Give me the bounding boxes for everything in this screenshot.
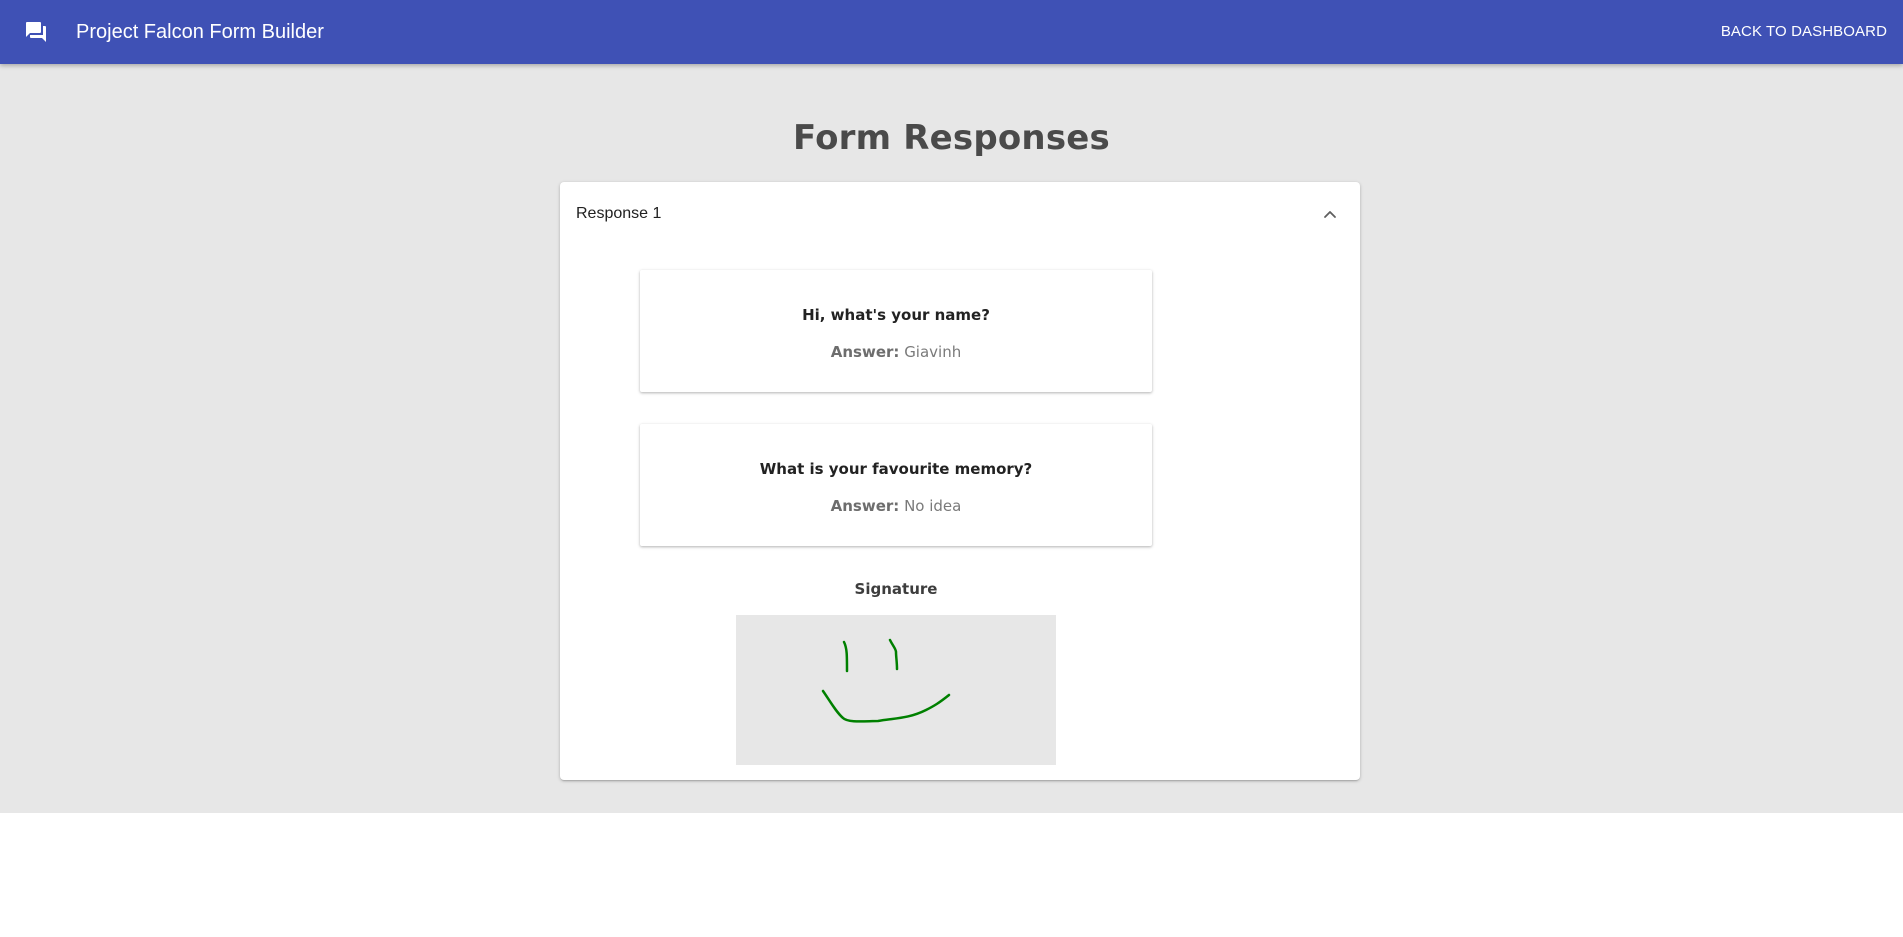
signature-image — [736, 615, 1056, 765]
response-panel: Response 1 Hi, what's your name? Answer:… — [560, 182, 1360, 780]
question-text: What is your favourite memory? — [759, 460, 1033, 478]
response-title: Response 1 — [576, 205, 662, 222]
page-title: Form Responses — [793, 118, 1110, 158]
answer-value: No idea — [904, 497, 962, 515]
answer-value: Giavinh — [904, 343, 962, 361]
answer-card: Hi, what's your name? Answer: Giavinh — [640, 270, 1152, 392]
answer-card: What is your favourite memory? Answer: N… — [640, 424, 1152, 546]
answer-line: Answer: No idea — [640, 497, 1152, 515]
answer-line: Answer: Giavinh — [640, 343, 1152, 361]
app-bar: Project Falcon Form Builder BACK TO DASH… — [0, 0, 1903, 64]
response-panel-header[interactable]: Response 1 — [560, 182, 1360, 246]
signature-label: Signature — [854, 580, 938, 598]
main-content: Form Responses Response 1 Hi, what's you… — [0, 64, 1903, 813]
question-text: Hi, what's your name? — [802, 306, 990, 324]
answer-label: Answer: — [830, 343, 900, 361]
app-title: Project Falcon Form Builder — [76, 21, 324, 43]
back-to-dashboard-button[interactable]: BACK TO DASHBOARD — [1719, 14, 1889, 50]
forum-icon — [24, 20, 48, 44]
answer-label: Answer: — [830, 497, 900, 515]
chevron-up-icon[interactable] — [1320, 204, 1340, 224]
